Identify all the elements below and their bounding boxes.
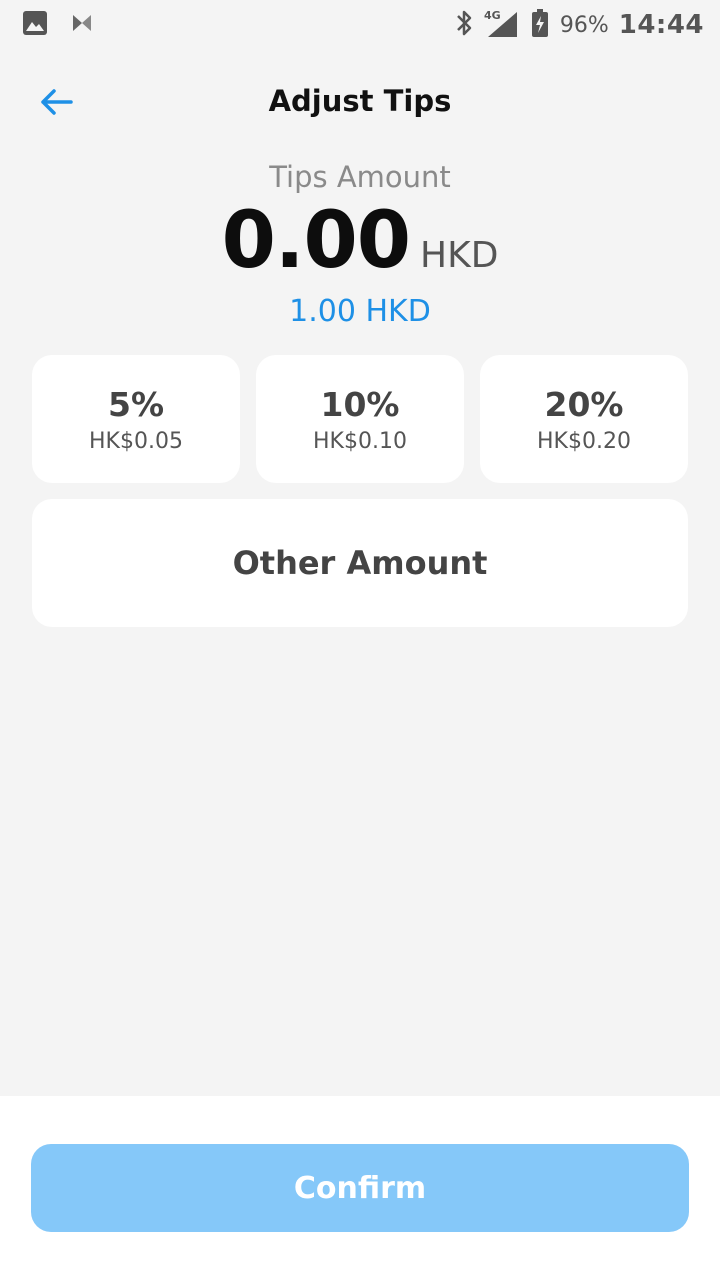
battery-percent: 96%	[559, 12, 609, 38]
status-bar: 4G 96% 14:44	[0, 0, 720, 50]
confirm-label: Confirm	[293, 1170, 427, 1206]
header: Adjust Tips	[0, 70, 720, 138]
tip-option-10-percent[interactable]: 10% HK$0.10	[256, 355, 464, 483]
tip-value: HK$0.20	[537, 428, 631, 454]
adjust-tips-screen: 4G 96% 14:44 Adjust Tips Tips Amount 0.0…	[0, 0, 720, 1280]
bluetooth-icon	[454, 8, 474, 42]
confirm-button[interactable]: Confirm	[31, 1144, 689, 1232]
tips-amount-value: 0.00	[221, 196, 411, 286]
tip-option-5-percent[interactable]: 5% HK$0.05	[32, 355, 240, 483]
tip-percent: 5%	[107, 384, 165, 424]
tips-amount-label: Tips Amount	[269, 160, 451, 194]
tip-percent: 10%	[320, 384, 400, 424]
other-amount-button[interactable]: Other Amount	[32, 499, 688, 627]
base-amount: 1.00 HKD	[289, 294, 431, 329]
battery-icon	[530, 8, 550, 42]
signal-icon: 4G	[484, 8, 520, 42]
other-amount-label: Other Amount	[232, 544, 488, 582]
tips-amount-currency: HKD	[420, 235, 499, 276]
tips-amount-display: 0.00 HKD	[0, 196, 720, 286]
app-icon	[70, 11, 94, 39]
tip-option-20-percent[interactable]: 20% HK$0.20	[480, 355, 688, 483]
clock: 14:44	[618, 10, 704, 40]
tip-value: HK$0.05	[89, 428, 183, 454]
footer: Confirm	[0, 1096, 720, 1280]
tip-percent: 20%	[544, 384, 624, 424]
page-title: Adjust Tips	[268, 84, 452, 118]
tip-value: HK$0.10	[313, 428, 407, 454]
image-icon	[22, 10, 48, 40]
network-type-label: 4G	[484, 9, 501, 22]
tip-options: 5% HK$0.05 10% HK$0.10 20% HK$0.20	[32, 355, 688, 483]
